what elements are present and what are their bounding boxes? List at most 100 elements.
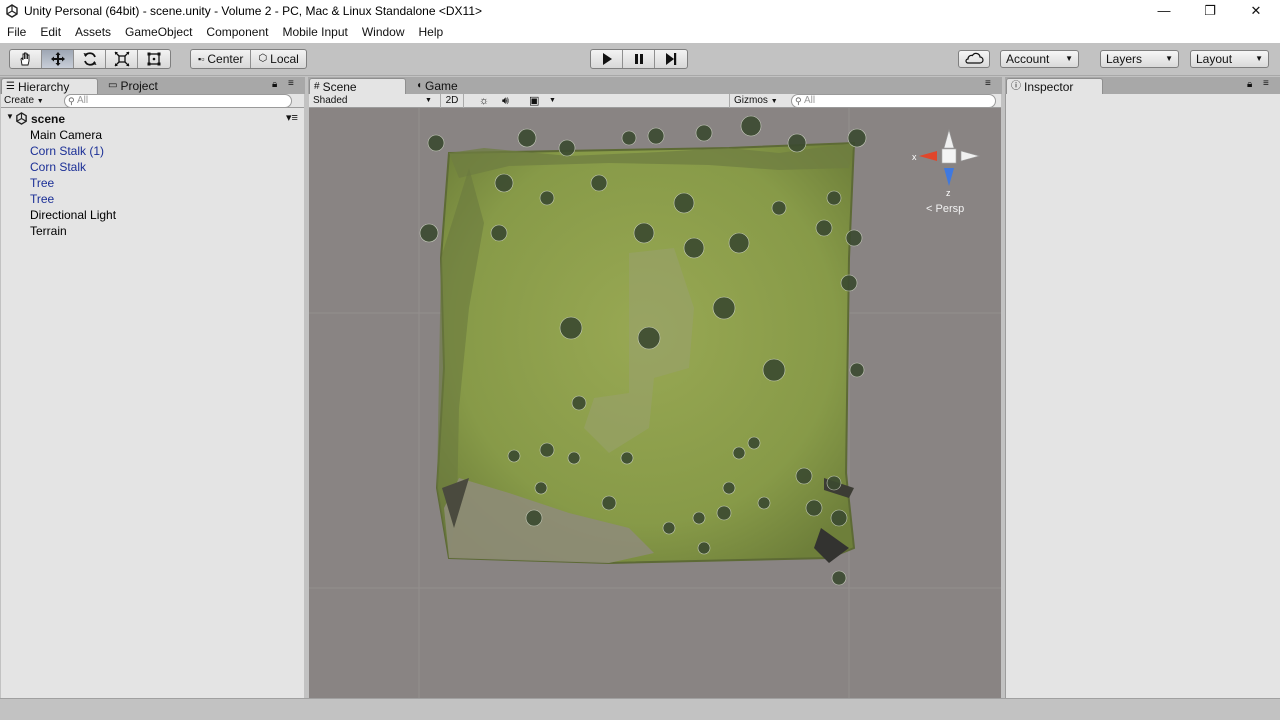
panel-menu-icon[interactable]: ≡ [985, 78, 991, 89]
scene-panel: # Scene ◖ Game ≡ Shaded ▼ 2D ☼ 🔊︎ ▣ ▼ Gi… [308, 77, 1002, 698]
terrain-scene-render [309, 108, 1001, 698]
hierarchy-search-input[interactable]: ⚲ All [64, 94, 292, 108]
hierarchy-item-tree[interactable]: Tree [30, 175, 54, 191]
create-dropdown[interactable]: Create ▼ [4, 94, 44, 109]
hierarchy-item-corn-stalk[interactable]: Corn Stalk [30, 159, 86, 175]
scene-tabstrip: # Scene ◖ Game ≡ [308, 77, 1002, 94]
pivot-local-label: Local [270, 52, 299, 66]
tab-hierarchy-label: Hierarchy [17, 79, 70, 94]
scene-audio-icon[interactable]: 🔊︎ [502, 94, 509, 108]
close-button[interactable]: ✕ [1233, 0, 1279, 23]
unity-logo-icon [6, 4, 18, 18]
pivot-center-label: Center [207, 52, 244, 66]
menu-gameobject[interactable]: GameObject [125, 25, 192, 39]
hierarchy-toolbar: Create ▼ ⚲ All [1, 94, 304, 108]
tab-inspector-label: Inspector [1024, 79, 1074, 94]
transform-tools [9, 49, 171, 69]
panel-menu-icon[interactable]: ≡ [288, 78, 294, 89]
layout-dropdown[interactable]: Layout ▼ [1190, 50, 1269, 68]
status-bar [0, 698, 1280, 720]
hierarchy-item-directional-light[interactable]: Directional Light [30, 207, 116, 223]
gizmos-dropdown[interactable]: Gizmos ▼ [729, 94, 784, 109]
scene-row[interactable]: ▼ scene ▾≡ [3, 111, 303, 127]
scene-search-input[interactable]: ⚲ All [791, 94, 996, 108]
expand-triangle-icon[interactable]: ▼ [6, 112, 14, 121]
scene-lighting-icon[interactable]: ☼ [479, 94, 489, 108]
pivot-center-button[interactable]: ▪▫ Center [191, 50, 252, 68]
pivot-center-icon: ▪▫ [198, 54, 205, 64]
folder-icon: ▭ [108, 80, 118, 91]
tab-scene[interactable]: # Scene [309, 78, 406, 94]
chevron-down-icon: ▼ [770, 98, 778, 105]
hierarchy-tree: ▼ scene ▾≡ Main Camera Corn Stalk (1) Co… [1, 108, 304, 698]
gizmo-x-label: x [912, 152, 917, 162]
tab-hierarchy[interactable]: ☰ Hierarchy [1, 78, 98, 94]
inspector-tabstrip: ⓘ Inspector 🔒︎ ≡ [1005, 77, 1280, 94]
projection-toggle[interactable]: < Persp [926, 203, 964, 215]
chevron-down-icon: ▼ [1065, 54, 1073, 63]
cloud-button[interactable] [958, 50, 990, 68]
hierarchy-item-tree-2[interactable]: Tree [30, 191, 54, 207]
title-bar: Unity Personal (64bit) - scene.unity - V… [0, 0, 1280, 23]
menu-edit[interactable]: Edit [40, 25, 61, 39]
pause-button[interactable] [623, 50, 655, 68]
local-space-icon: ⬡ [258, 53, 268, 64]
scene-menu-icon[interactable]: ▾≡ [286, 111, 298, 124]
menu-file[interactable]: File [7, 25, 26, 39]
hierarchy-list-icon: ☰ [6, 80, 15, 92]
chevron-down-icon: ▼ [549, 97, 556, 104]
menu-mobile-input[interactable]: Mobile Input [282, 25, 347, 39]
scene-viewport[interactable]: x z < Persp [309, 108, 1001, 698]
projection-arrow-icon: < [926, 203, 933, 215]
hierarchy-item-terrain[interactable]: Terrain [30, 223, 67, 239]
inspector-panel: ⓘ Inspector 🔒︎ ≡ [1005, 77, 1280, 698]
tab-project[interactable]: ▭ Project [104, 78, 194, 94]
account-label: Account [1006, 52, 1050, 66]
menu-assets[interactable]: Assets [75, 25, 111, 39]
minimize-button[interactable]: — [1141, 0, 1187, 23]
hierarchy-item-corn-stalk-1[interactable]: Corn Stalk (1) [30, 143, 104, 159]
hierarchy-item-main-camera[interactable]: Main Camera [30, 127, 102, 143]
shading-mode-dropdown[interactable]: Shaded ▼ [313, 94, 433, 108]
panel-menu-icon[interactable]: ≡ [1263, 78, 1269, 89]
step-button[interactable] [655, 50, 687, 68]
scale-tool-icon[interactable] [106, 50, 138, 68]
tab-inspector[interactable]: ⓘ Inspector [1006, 78, 1103, 94]
menu-bar: File Edit Assets GameObject Component Mobile … [0, 23, 1280, 43]
menu-window[interactable]: Window [362, 25, 405, 39]
create-label: Create [4, 95, 35, 106]
account-dropdown[interactable]: Account ▼ [1000, 50, 1079, 68]
pivot-local-button[interactable]: ⬡ Local [251, 50, 305, 68]
menu-component[interactable]: Component [206, 25, 268, 39]
tab-game-label: Game [425, 79, 458, 93]
chevron-down-icon: ▼ [36, 98, 44, 105]
hierarchy-panel: ☰ Hierarchy ▭ Project 🔒︎ ≡ Create ▼ ⚲ Al… [0, 77, 305, 698]
play-button[interactable] [591, 50, 623, 68]
cloud-icon [965, 52, 984, 64]
restore-button[interactable]: ❐ [1187, 0, 1233, 23]
chevron-down-icon: ▼ [425, 97, 432, 104]
tab-scene-label: Scene [322, 79, 357, 94]
scene-effects-icon[interactable]: ▣ [529, 94, 539, 108]
lock-icon[interactable]: 🔒︎ [272, 79, 277, 90]
move-tool-icon[interactable] [42, 50, 74, 68]
chevron-down-icon: ▼ [1165, 54, 1173, 63]
tab-game[interactable]: ◖ Game [412, 78, 492, 94]
gizmo-z-label: z [946, 188, 951, 198]
step-icon [666, 53, 677, 65]
menu-help[interactable]: Help [419, 25, 444, 39]
tab-project-label: Project [120, 79, 158, 93]
scene-toolbar: Shaded ▼ 2D ☼ 🔊︎ ▣ ▼ Gizmos ▼ ⚲ All [309, 94, 1001, 109]
main-toolbar: ▪▫ Center ⬡ Local Account ▼ Layers ▼ Lay… [0, 43, 1280, 76]
rect-tool-icon[interactable] [138, 50, 170, 68]
rotate-tool-icon[interactable] [74, 50, 106, 68]
hierarchy-search-placeholder: All [77, 95, 89, 106]
search-icon: ⚲ [795, 96, 802, 106]
scene-name: scene [31, 112, 66, 126]
toggle-2d-button[interactable]: 2D [440, 94, 464, 108]
hierarchy-tabstrip: ☰ Hierarchy ▭ Project 🔒︎ ≡ [0, 77, 305, 94]
layers-dropdown[interactable]: Layers ▼ [1100, 50, 1179, 68]
lock-icon[interactable]: 🔒︎ [1247, 79, 1252, 90]
pause-icon [634, 54, 643, 64]
hand-tool-icon[interactable] [10, 50, 42, 68]
